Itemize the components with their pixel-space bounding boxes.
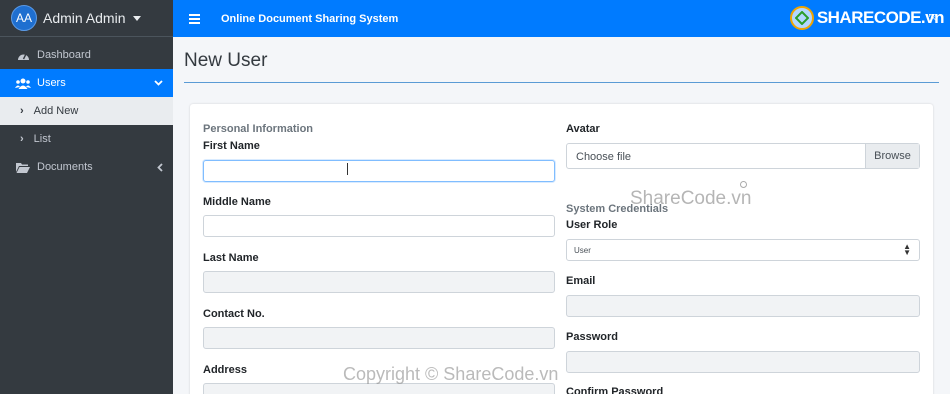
- sidebar-item-documents[interactable]: Documents: [0, 153, 173, 181]
- sidebar-item-label: Documents: [37, 161, 93, 173]
- email-field[interactable]: [566, 295, 920, 317]
- email-label: Email: [566, 275, 596, 287]
- confirm-password-label: Confirm Password: [566, 386, 664, 394]
- last-name-label: Last Name: [203, 252, 259, 264]
- user-role-select[interactable]: User ▲ ▼: [566, 239, 920, 261]
- dashboard-icon: [15, 50, 31, 61]
- caret-down-icon[interactable]: [133, 15, 142, 21]
- password-field[interactable]: [566, 351, 920, 373]
- sidebar-item-label: Add New: [33, 105, 79, 117]
- middle-name-field[interactable]: [203, 215, 555, 237]
- file-placeholder: Choose file: [576, 151, 632, 163]
- user-role-value: User: [574, 246, 591, 255]
- hamburger-icon[interactable]: [189, 12, 200, 26]
- browse-button[interactable]: Browse: [865, 144, 919, 168]
- sidebar-item-label: Dashboard: [37, 49, 91, 61]
- title-divider: [184, 82, 939, 83]
- chevron-right-icon: ›: [20, 105, 24, 117]
- password-label: Password: [566, 331, 618, 343]
- first-name-field[interactable]: [203, 160, 555, 182]
- watermark-copyright: Copyright © ShareCode.vn: [343, 364, 559, 384]
- text-cursor: [347, 163, 351, 175]
- avatar-label: Avatar: [566, 123, 600, 135]
- user-role-label: User Role: [566, 219, 618, 231]
- sidebar-item-list[interactable]: › List: [0, 125, 173, 153]
- watermark-center: ShareCode.vn: [630, 188, 752, 209]
- user-panel[interactable]: AA Admin Admin: [0, 0, 173, 37]
- avatar-file-input[interactable]: Choose file Browse: [566, 143, 920, 169]
- sidebar-item-label: List: [33, 133, 51, 145]
- sharecode-logo-text: SHARECODE.vn: [816, 8, 945, 27]
- sidebar-item-users[interactable]: Users: [0, 69, 173, 97]
- chevron-left-icon: [157, 153, 163, 181]
- sharecode-logo-icon: [789, 6, 814, 30]
- sidebar-item-dashboard[interactable]: Dashboard: [0, 41, 173, 69]
- sharecode-logo: SHARECODE.vn: [789, 6, 945, 30]
- address-label: Address: [203, 364, 248, 376]
- users-icon: [15, 78, 31, 89]
- personal-info-heading: Personal Information: [203, 123, 314, 135]
- sidebar-item-label: Users: [37, 77, 66, 89]
- last-name-field[interactable]: [203, 271, 555, 293]
- contact-field[interactable]: [203, 327, 555, 349]
- page-title: New User: [184, 50, 268, 71]
- contact-label: Contact No.: [203, 308, 265, 320]
- chevron-down-icon: [154, 69, 163, 97]
- loading-spinner-icon: [740, 181, 747, 188]
- select-arrows-icon: ▲ ▼: [903, 242, 911, 257]
- sidebar: AA Admin Admin Dashboard Users › Add New…: [0, 0, 173, 394]
- system-title: Online Document Sharing System: [221, 12, 399, 25]
- user-name[interactable]: Admin Admin: [43, 10, 125, 26]
- middle-name-label: Middle Name: [203, 196, 271, 208]
- folder-icon: [15, 162, 31, 173]
- first-name-label: First Name: [203, 140, 260, 152]
- sidebar-item-add-new[interactable]: › Add New: [0, 97, 173, 125]
- avatar[interactable]: AA: [11, 5, 37, 31]
- chevron-right-icon: ›: [20, 133, 24, 145]
